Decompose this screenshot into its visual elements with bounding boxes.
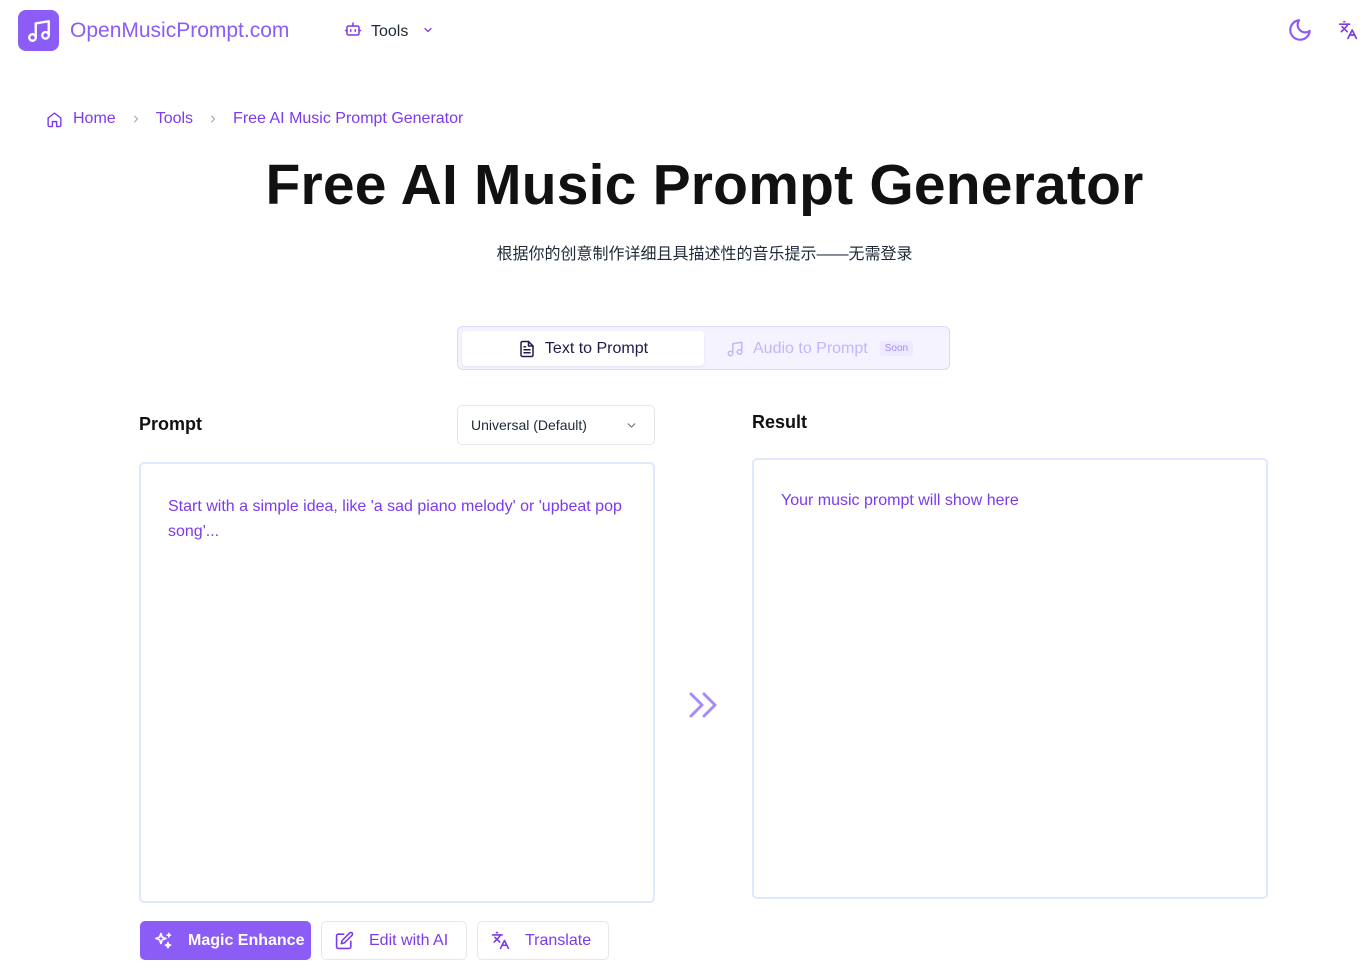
edit-with-ai-button[interactable]: Edit with AI xyxy=(321,921,467,960)
breadcrumb-current: Free AI Music Prompt Generator xyxy=(233,110,463,128)
chevron-right-icon xyxy=(207,113,219,125)
breadcrumb-tools-label: Tools xyxy=(155,110,194,127)
page: OpenMusicPrompt.com Tools Home Tools Fre… xyxy=(0,0,1370,978)
translate-label: Translate xyxy=(525,931,592,949)
tab-audio-to-prompt[interactable]: Audio to Prompt Soon xyxy=(726,331,914,366)
languages-icon xyxy=(1338,20,1358,44)
result-placeholder: Your music prompt will show here xyxy=(781,492,1019,509)
tab-text-to-prompt[interactable]: Text to Prompt xyxy=(462,331,704,366)
magic-enhance-label: Magic Enhance xyxy=(188,931,305,949)
breadcrumb-home-label: Home xyxy=(73,110,116,127)
site-name: OpenMusicPrompt.com xyxy=(70,18,290,42)
breadcrumb-tools[interactable]: Tools xyxy=(156,110,193,128)
moon-icon xyxy=(1287,19,1313,47)
chevron-down-icon xyxy=(422,23,434,41)
robot-icon xyxy=(344,20,362,43)
chevrons-right-icon xyxy=(686,690,720,720)
languages-icon xyxy=(491,931,510,950)
home-icon xyxy=(46,111,63,128)
music-icon xyxy=(726,340,744,358)
chevron-down-icon xyxy=(625,419,638,435)
result-output: Your music prompt will show here xyxy=(752,458,1268,899)
breadcrumb-current-label: Free AI Music Prompt Generator xyxy=(233,110,464,127)
edit-with-ai-label: Edit with AI xyxy=(369,931,449,949)
top-navbar: OpenMusicPrompt.com Tools xyxy=(0,0,1370,62)
site-logo-link[interactable]: OpenMusicPrompt.com xyxy=(18,10,289,51)
breadcrumb: Home Tools Free AI Music Prompt Generato… xyxy=(46,110,463,128)
prompt-textarea[interactable]: Start with a simple idea, like 'a sad pi… xyxy=(139,462,655,903)
prompt-heading: Prompt xyxy=(139,414,202,434)
translate-button[interactable]: Translate xyxy=(477,921,609,960)
edit-icon xyxy=(335,931,354,950)
chevron-right-icon xyxy=(130,113,142,125)
tab-text-to-prompt-label: Text to Prompt xyxy=(544,339,649,357)
dark-mode-toggle[interactable] xyxy=(1287,17,1313,43)
language-switcher[interactable] xyxy=(1338,20,1358,40)
tools-label: Tools xyxy=(371,22,409,40)
mode-tabs: Text to Prompt Audio to Prompt Soon xyxy=(457,326,950,370)
page-title: Free AI Music Prompt Generator xyxy=(265,153,1144,217)
prompt-placeholder: Start with a simple idea, like 'a sad pi… xyxy=(168,498,622,540)
magic-enhance-button[interactable]: Magic Enhance xyxy=(140,921,311,960)
soon-badge: Soon xyxy=(879,341,914,356)
tools-dropdown[interactable]: Tools xyxy=(344,20,434,43)
tab-audio-to-prompt-label: Audio to Prompt xyxy=(753,339,868,357)
style-select[interactable]: Universal (Default) xyxy=(457,405,655,445)
sparkles-icon xyxy=(153,931,173,951)
music-note-icon xyxy=(18,10,59,51)
breadcrumb-home[interactable]: Home xyxy=(46,110,116,128)
result-heading: Result xyxy=(752,412,808,432)
page-subtitle: 根据你的创意制作详细且具描述性的音乐提示——无需登录 xyxy=(496,246,913,263)
file-text-icon xyxy=(518,340,536,358)
style-select-value: Universal (Default) xyxy=(471,417,587,433)
